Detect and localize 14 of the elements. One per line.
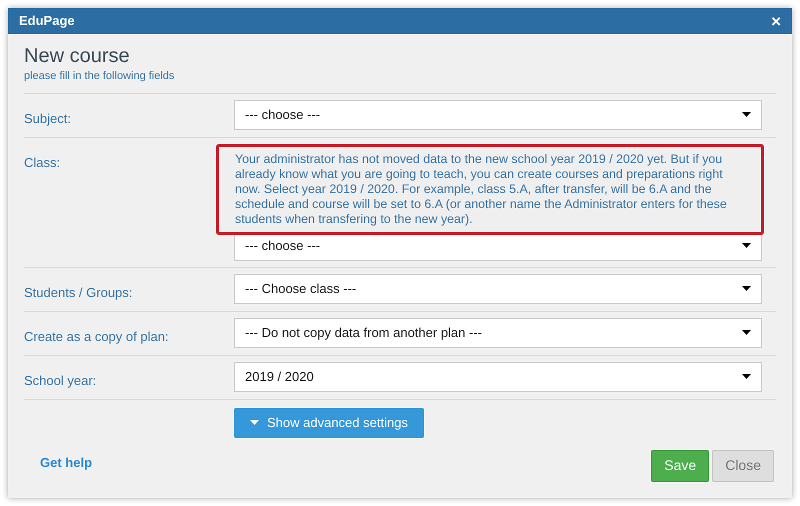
select-field[interactable]: --- choose --- [234,100,762,130]
field-label: Create as a copy of plan: [24,328,169,344]
select-field[interactable]: --- Choose class --- [234,274,762,304]
field-label: Subject: [24,110,71,126]
field-label: Students / Groups: [24,284,132,300]
field-label: Class: [24,154,60,170]
select-field[interactable]: --- Do not copy data from another plan --- [234,318,762,348]
window-title: EduPage [19,12,75,30]
field-label: School year: [24,372,96,388]
select-field[interactable]: 2019 / 2020 [234,362,762,392]
dialog-heading: New course [24,44,131,68]
close-button[interactable]: × [771,12,781,30]
dialog-subtitle: please fill in the following fields [24,69,176,84]
notice-message: Your administrator has not moved data to the new school year 2019 / 2020 yet. But if you already know what you are going to teach, you can create courses and preparations right now. Select year 2019 / 2020. For example, class 5.A, after transfer, will be 6.A and the schedule and course will be set to 6.A (or another name the Administrator enters for these students when transfering to the new year). [216,144,764,234]
